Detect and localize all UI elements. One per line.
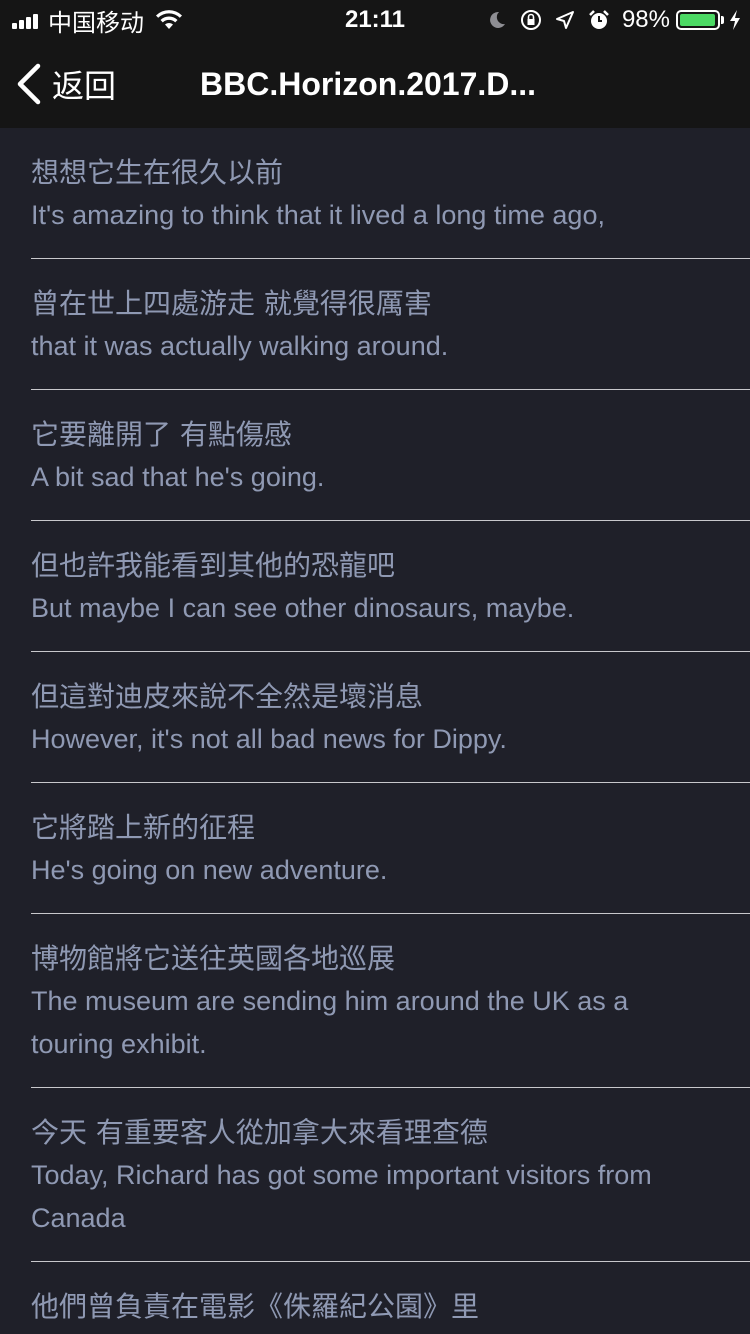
subtitle-item[interactable]: 但也許我能看到其他的恐龍吧 But maybe I can see other … [0, 521, 750, 652]
battery-icon [676, 10, 720, 30]
orientation-lock-icon [520, 10, 541, 30]
subtitle-chinese: 它將踏上新的征程 [31, 811, 256, 844]
subtitle-english: The museum are sending him around the UK… [31, 986, 629, 1059]
subtitle-english: that it was actually walking around. [31, 331, 449, 361]
subtitle-item[interactable]: 今天 有重要客人從加拿大來看理查德 Today, Richard has got… [0, 1088, 750, 1262]
moon-icon [490, 11, 505, 28]
subtitle-item[interactable]: 曾在世上四處游走 就覺得很厲害 that it was actually wal… [0, 259, 750, 390]
charging-bolt-icon [730, 10, 740, 30]
page-title: BBC.Horizon.2017.D... [200, 66, 537, 102]
subtitle-item[interactable]: 博物館將它送往英國各地巡展 The museum are sending him… [0, 914, 750, 1088]
subtitle-english: However, it's not all bad news for Dippy… [31, 724, 507, 754]
screen: 中国移动 21:11 98% 返回 BBC.Horizon.2017.D... … [0, 0, 750, 1334]
subtitle-item[interactable]: 但這對迪皮來說不全然是壞消息 However, it's not all bad… [0, 652, 750, 783]
battery-fill [680, 14, 716, 26]
status-right: 98% [474, 6, 742, 34]
subtitle-chinese: 博物館將它送往英國各地巡展 [31, 942, 396, 975]
alarm-icon [589, 10, 609, 29]
subtitle-english: He's going on new adventure. [31, 855, 388, 885]
subtitle-item[interactable]: 他們曾負責在電影《侏羅紀公園》里 [0, 1262, 750, 1334]
status-bar: 中国移动 21:11 98% [0, 0, 750, 40]
subtitle-chinese: 想想它生在很久以前 [31, 156, 284, 189]
subtitle-list[interactable]: 想想它生在很久以前 It's amazing to think that it … [0, 128, 750, 1334]
navigation-bar: 返回 BBC.Horizon.2017.D... [0, 40, 750, 128]
subtitle-item[interactable]: 想想它生在很久以前 It's amazing to think that it … [0, 128, 750, 259]
chevron-left-icon [17, 63, 41, 105]
back-button[interactable]: 返回 [14, 62, 116, 106]
location-icon [555, 11, 574, 29]
subtitle-english: But maybe I can see other dinosaurs, may… [31, 593, 575, 623]
subtitle-item[interactable]: 它要離開了 有點傷感 A bit sad that he's going. [0, 390, 750, 521]
subtitle-chinese: 它要離開了 有點傷感 [31, 418, 292, 451]
battery-percent: 98% [621, 6, 670, 33]
subtitle-chinese: 曾在世上四處游走 就覺得很厲害 [31, 287, 432, 320]
subtitle-english: A bit sad that he's going. [31, 462, 325, 492]
subtitle-chinese: 但也許我能看到其他的恐龍吧 [31, 549, 396, 582]
back-label: 返回 [52, 67, 117, 105]
subtitle-chinese: 今天 有重要客人從加拿大來看理查德 [31, 1116, 488, 1149]
subtitle-english: It's amazing to think that it lived a lo… [31, 200, 605, 230]
subtitle-english: Today, Richard has got some important vi… [31, 1160, 652, 1233]
subtitle-item[interactable]: 它將踏上新的征程 He's going on new adventure. [0, 783, 750, 914]
subtitle-chinese: 他們曾負責在電影《侏羅紀公園》里 [31, 1290, 480, 1323]
battery-tip [721, 16, 724, 24]
subtitle-chinese: 但這對迪皮來說不全然是壞消息 [31, 680, 424, 713]
